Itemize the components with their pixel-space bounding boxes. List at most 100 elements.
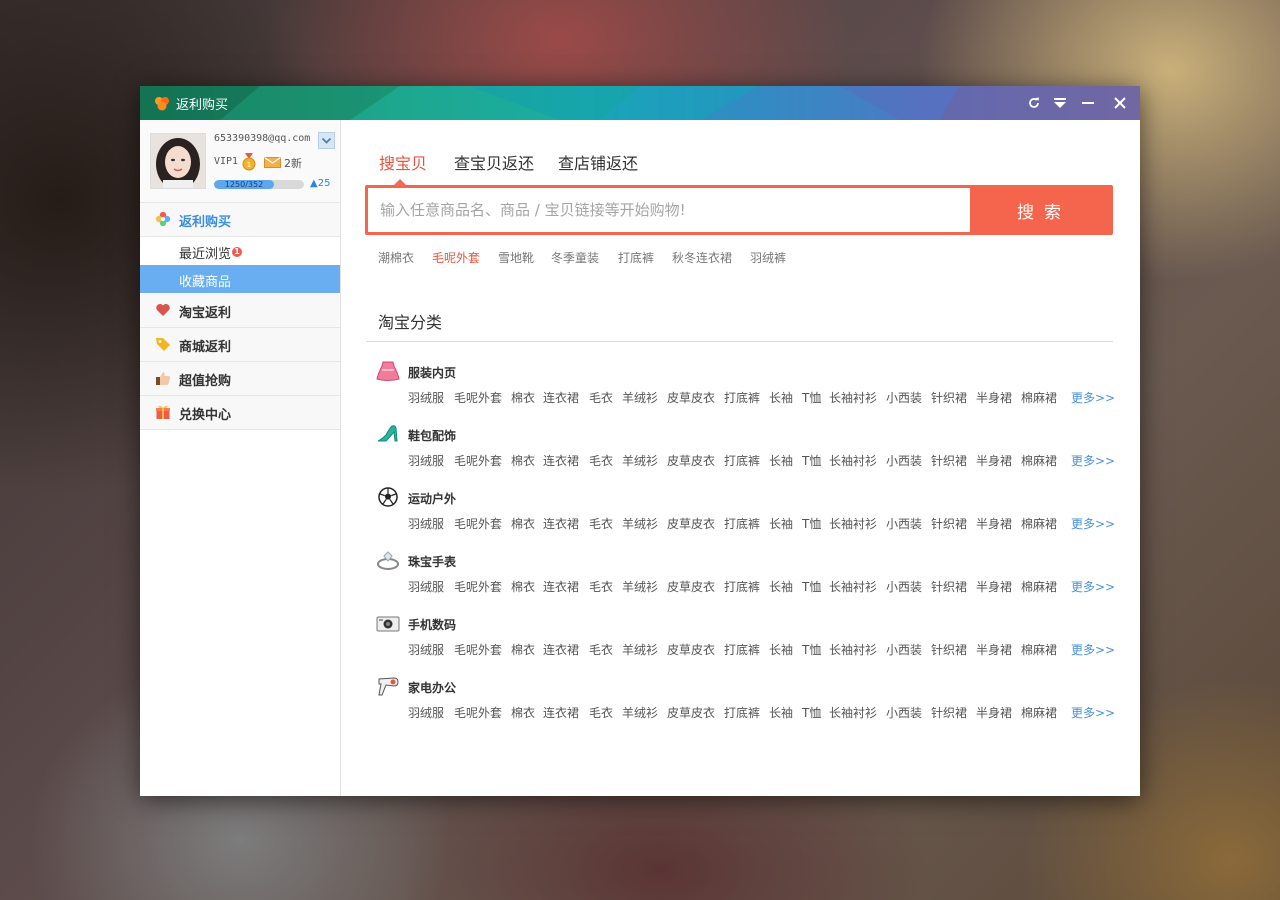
category-link[interactable]: 连衣裙 xyxy=(543,452,579,469)
sidebar-subitem-recent[interactable]: 最近浏览 1 xyxy=(140,237,340,265)
hot-keyword[interactable]: 冬季童装 xyxy=(551,249,599,266)
category-name[interactable]: 运动户外 xyxy=(408,490,456,507)
search-input[interactable] xyxy=(368,188,970,232)
category-link[interactable]: 打底裤 xyxy=(724,641,760,658)
category-link[interactable]: 羽绒服 xyxy=(408,452,444,469)
category-link[interactable]: 连衣裙 xyxy=(543,704,579,721)
category-link[interactable]: 打底裤 xyxy=(724,704,760,721)
category-link[interactable]: 小西装 xyxy=(886,578,922,595)
category-link[interactable]: 半身裙 xyxy=(976,578,1012,595)
category-link[interactable]: 羊绒衫 xyxy=(622,389,658,406)
category-link[interactable]: 连衣裙 xyxy=(543,578,579,595)
sidebar-item-rebate-shopping[interactable]: 返利购买 xyxy=(140,203,340,237)
category-link[interactable]: 羊绒衫 xyxy=(622,452,658,469)
search-button[interactable]: 搜索 xyxy=(971,185,1113,235)
category-link[interactable]: 羊绒衫 xyxy=(622,704,658,721)
category-link[interactable]: 长袖 xyxy=(769,389,793,406)
category-link[interactable]: 毛衣 xyxy=(589,641,613,658)
tab-shop-rebate-lookup[interactable]: 查店铺返还 xyxy=(558,150,638,174)
category-link[interactable]: 针织裙 xyxy=(931,452,967,469)
category-link[interactable]: 羊绒衫 xyxy=(622,515,658,532)
category-link[interactable]: 羽绒服 xyxy=(408,578,444,595)
sidebar-item-flash-deals[interactable]: 超值抢购 xyxy=(140,362,340,396)
category-link[interactable]: T恤 xyxy=(802,515,821,532)
category-link[interactable]: 棉麻裙 xyxy=(1021,578,1057,595)
avatar[interactable] xyxy=(150,133,206,189)
category-link[interactable]: 半身裙 xyxy=(976,452,1012,469)
category-link[interactable]: 毛呢外套 xyxy=(454,515,502,532)
category-link[interactable]: 针织裙 xyxy=(931,389,967,406)
category-name[interactable]: 珠宝手表 xyxy=(408,553,456,570)
category-link[interactable]: 毛衣 xyxy=(589,578,613,595)
category-link[interactable]: 针织裙 xyxy=(931,578,967,595)
category-link[interactable]: 小西装 xyxy=(886,389,922,406)
category-name[interactable]: 手机数码 xyxy=(408,616,456,633)
category-link[interactable]: 长袖衬衫 xyxy=(829,389,877,406)
category-link[interactable]: 皮草皮衣 xyxy=(667,389,715,406)
tab-item-rebate-lookup[interactable]: 查宝贝返还 xyxy=(454,150,534,174)
title-bar[interactable]: 返利购买 xyxy=(140,86,1140,120)
category-link[interactable]: 打底裤 xyxy=(724,389,760,406)
category-link[interactable]: 长袖 xyxy=(769,515,793,532)
category-link[interactable]: 棉衣 xyxy=(511,704,535,721)
category-link[interactable]: 羊绒衫 xyxy=(622,641,658,658)
category-name[interactable]: 家电办公 xyxy=(408,679,456,696)
more-link[interactable]: 更多>> xyxy=(1071,389,1115,406)
category-link[interactable]: 长袖衬衫 xyxy=(829,704,877,721)
category-name[interactable]: 服装内页 xyxy=(408,364,456,381)
category-name[interactable]: 鞋包配饰 xyxy=(408,427,456,444)
category-link[interactable]: 小西装 xyxy=(886,704,922,721)
more-link[interactable]: 更多>> xyxy=(1071,578,1115,595)
hot-keyword[interactable]: 秋冬连衣裙 xyxy=(672,249,732,266)
category-link[interactable]: 棉衣 xyxy=(511,452,535,469)
category-link[interactable]: 半身裙 xyxy=(976,704,1012,721)
sidebar-item-taobao-rebate[interactable]: 淘宝返利 xyxy=(140,294,340,328)
category-link[interactable]: 棉衣 xyxy=(511,641,535,658)
hot-keyword[interactable]: 雪地靴 xyxy=(498,249,534,266)
category-link[interactable]: T恤 xyxy=(802,389,821,406)
tab-search-items[interactable]: 搜宝贝 xyxy=(379,150,427,174)
category-link[interactable]: 针织裙 xyxy=(931,515,967,532)
category-link[interactable]: 连衣裙 xyxy=(543,389,579,406)
category-link[interactable]: 毛衣 xyxy=(589,515,613,532)
close-icon[interactable] xyxy=(1111,94,1129,112)
category-link[interactable]: 羽绒服 xyxy=(408,515,444,532)
category-link[interactable]: 小西装 xyxy=(886,452,922,469)
category-link[interactable]: T恤 xyxy=(802,452,821,469)
more-link[interactable]: 更多>> xyxy=(1071,641,1115,658)
category-link[interactable]: T恤 xyxy=(802,578,821,595)
mail-icon[interactable] xyxy=(264,157,281,168)
category-link[interactable]: 毛衣 xyxy=(589,389,613,406)
category-link[interactable]: 毛呢外套 xyxy=(454,641,502,658)
category-link[interactable]: 连衣裙 xyxy=(543,641,579,658)
sidebar-item-mall-rebate[interactable]: 商城返利 xyxy=(140,328,340,362)
category-link[interactable]: 半身裙 xyxy=(976,641,1012,658)
category-link[interactable]: 长袖 xyxy=(769,578,793,595)
hot-keyword[interactable]: 潮棉衣 xyxy=(378,249,414,266)
category-link[interactable]: 长袖衬衫 xyxy=(829,641,877,658)
category-link[interactable]: 打底裤 xyxy=(724,515,760,532)
category-link[interactable]: 羊绒衫 xyxy=(622,578,658,595)
refresh-icon[interactable] xyxy=(1025,94,1043,112)
category-link[interactable]: 皮草皮衣 xyxy=(667,704,715,721)
hot-keyword[interactable]: 毛呢外套 xyxy=(432,249,480,266)
category-link[interactable]: 棉衣 xyxy=(511,578,535,595)
category-link[interactable]: 半身裙 xyxy=(976,389,1012,406)
category-link[interactable]: 棉衣 xyxy=(511,515,535,532)
category-link[interactable]: 半身裙 xyxy=(976,515,1012,532)
category-link[interactable]: 毛衣 xyxy=(589,704,613,721)
category-link[interactable]: 针织裙 xyxy=(931,641,967,658)
category-link[interactable]: 棉麻裙 xyxy=(1021,389,1057,406)
category-link[interactable]: T恤 xyxy=(802,641,821,658)
new-messages-count[interactable]: 2新 xyxy=(284,155,302,171)
more-link[interactable]: 更多>> xyxy=(1071,452,1115,469)
category-link[interactable]: 羽绒服 xyxy=(408,641,444,658)
category-link[interactable]: 棉麻裙 xyxy=(1021,641,1057,658)
category-link[interactable]: 毛衣 xyxy=(589,452,613,469)
category-link[interactable]: 毛呢外套 xyxy=(454,578,502,595)
sidebar-subitem-favorites[interactable]: 收藏商品 xyxy=(140,265,340,293)
category-link[interactable]: 皮草皮衣 xyxy=(667,515,715,532)
minimize-icon[interactable] xyxy=(1079,94,1097,112)
account-dropdown-button[interactable] xyxy=(318,132,335,149)
category-link[interactable]: 棉麻裙 xyxy=(1021,452,1057,469)
